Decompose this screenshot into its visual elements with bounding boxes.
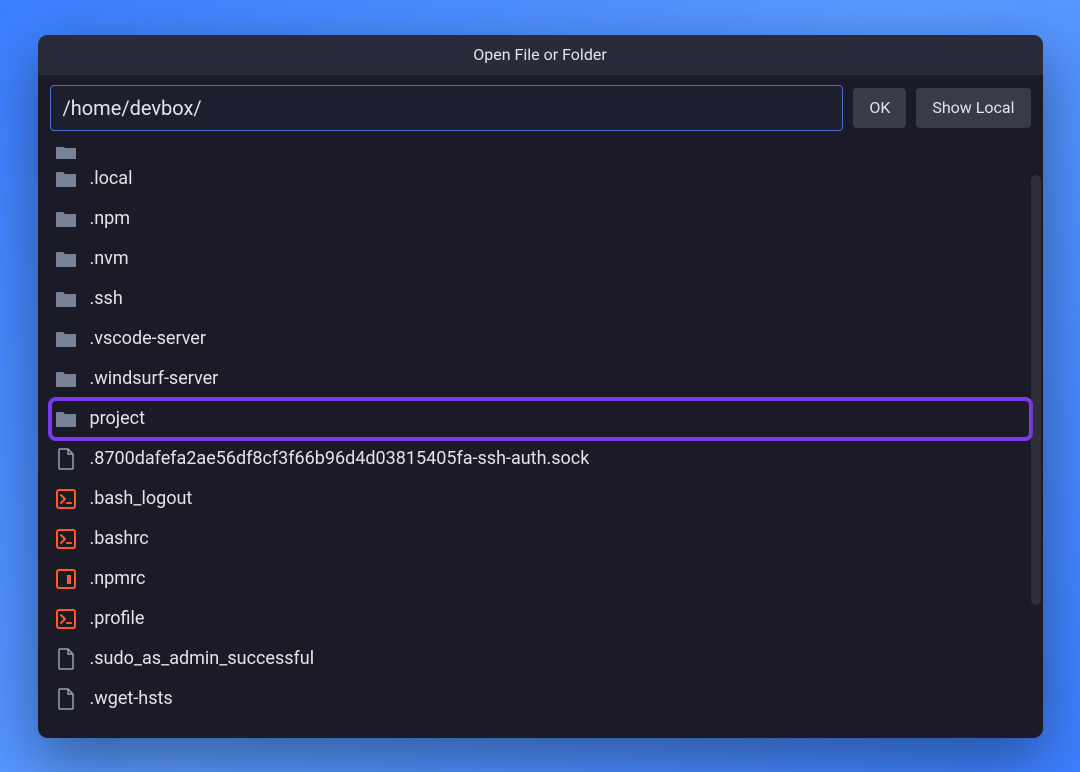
scrollbar-thumb[interactable]: [1031, 175, 1041, 605]
list-item[interactable]: .wget-hsts: [50, 679, 1031, 719]
list-item[interactable]: [50, 141, 1031, 159]
terminal-icon: [54, 527, 78, 551]
list-item[interactable]: .npm: [50, 199, 1031, 239]
file-icon: [54, 447, 78, 471]
list-item[interactable]: .ssh: [50, 279, 1031, 319]
terminal-icon: [54, 487, 78, 511]
list-item[interactable]: .8700dafefa2ae56df8cf3f66b96d4d03815405f…: [50, 439, 1031, 479]
folder-icon: [54, 327, 78, 351]
list-item[interactable]: .bash_logout: [50, 479, 1031, 519]
list-item-label: .npmrc: [90, 568, 146, 589]
file-icon: [54, 687, 78, 711]
list-item-label: .vscode-server: [90, 328, 206, 349]
open-file-dialog: Open File or Folder OK Show Local .local…: [38, 35, 1043, 738]
folder-icon: [54, 207, 78, 231]
folder-icon: [54, 367, 78, 391]
show-local-button[interactable]: Show Local: [916, 88, 1030, 128]
list-item[interactable]: .local: [50, 159, 1031, 199]
file-icon: [54, 647, 78, 671]
path-input[interactable]: [50, 85, 844, 131]
list-item-label: .ssh: [90, 288, 123, 309]
ok-button[interactable]: OK: [853, 88, 906, 128]
list-item[interactable]: .vscode-server: [50, 319, 1031, 359]
list-item[interactable]: .windsurf-server: [50, 359, 1031, 399]
dialog-title: Open File or Folder: [38, 35, 1043, 75]
list-item[interactable]: .profile: [50, 599, 1031, 639]
list-item-label: .sudo_as_admin_successful: [90, 648, 315, 669]
folder-icon: [54, 247, 78, 271]
list-item-label: .npm: [90, 208, 131, 229]
list-item[interactable]: .npmrc: [50, 559, 1031, 599]
list-item-label: .local: [90, 168, 133, 189]
list-item[interactable]: .sudo_as_admin_successful: [50, 639, 1031, 679]
list-item-label: .nvm: [90, 248, 129, 269]
list-item[interactable]: project: [50, 399, 1031, 439]
list-item-label: .profile: [90, 608, 145, 629]
terminal-icon: [54, 607, 78, 631]
list-item-label: project: [90, 408, 145, 429]
file-list[interactable]: .local .npm .nvm .ssh .vscode-server .windsur…: [38, 141, 1043, 738]
list-item-label: .wget-hsts: [90, 688, 173, 709]
npm-icon: [54, 567, 78, 591]
folder-icon: [54, 287, 78, 311]
scrollbar[interactable]: [1031, 175, 1041, 605]
list-item[interactable]: .nvm: [50, 239, 1031, 279]
input-row: OK Show Local: [38, 75, 1043, 141]
list-item[interactable]: .bashrc: [50, 519, 1031, 559]
folder-icon: [54, 147, 78, 159]
folder-icon: [54, 167, 78, 191]
list-item-label: .windsurf-server: [90, 368, 219, 389]
list-item-label: .bashrc: [90, 528, 149, 549]
list-item-label: .8700dafefa2ae56df8cf3f66b96d4d03815405f…: [90, 448, 590, 469]
list-item-label: .bash_logout: [90, 488, 193, 509]
folder-icon: [54, 407, 78, 431]
